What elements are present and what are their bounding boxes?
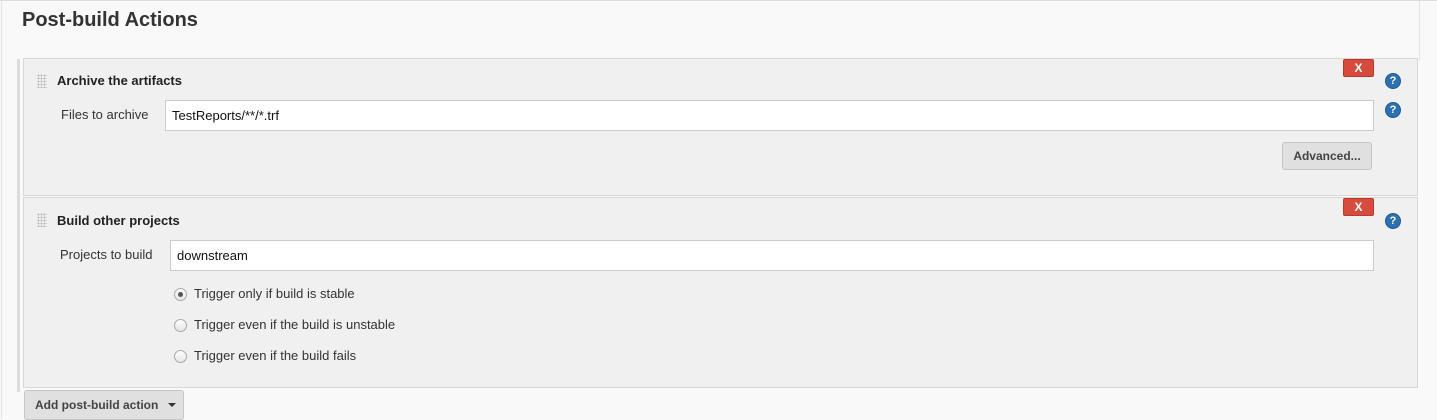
radio-trigger-fails[interactable]: Trigger even if the build fails (174, 348, 356, 363)
drag-handle-icon[interactable] (37, 213, 47, 227)
files-to-archive-input[interactable] (165, 100, 1374, 131)
radio-button[interactable] (174, 319, 187, 332)
radio-label: Trigger even if the build is unstable (194, 317, 396, 332)
archive-title: Archive the artifacts (57, 73, 182, 88)
delete-archive-button[interactable]: X (1343, 59, 1374, 77)
archive-artifacts-card: Archive the artifacts X ? Files to archi… (23, 58, 1418, 196)
help-icon[interactable]: ? (1385, 73, 1401, 89)
help-icon[interactable]: ? (1385, 213, 1401, 229)
caret-down-icon (168, 403, 177, 407)
delete-build-button[interactable]: X (1343, 198, 1374, 216)
section-title: Post-build Actions (22, 9, 198, 31)
section-border (1, 1, 2, 419)
radio-label: Trigger only if build is stable (194, 286, 355, 301)
drag-handle-icon[interactable] (37, 74, 47, 88)
build-other-projects-card: Build other projects X ? Projects to bui… (23, 197, 1418, 388)
projects-to-build-label: Projects to build (60, 247, 153, 262)
files-to-archive-label: Files to archive (61, 107, 149, 122)
radio-button[interactable] (174, 288, 187, 301)
advanced-button[interactable]: Advanced... (1282, 142, 1372, 170)
radio-button[interactable] (174, 350, 187, 363)
radio-label: Trigger even if the build fails (194, 348, 357, 363)
radio-trigger-unstable[interactable]: Trigger even if the build is unstable (174, 317, 395, 332)
radio-trigger-stable[interactable]: Trigger only if build is stable (174, 286, 355, 301)
add-post-build-action-label: Add post-build action (35, 398, 159, 412)
add-post-build-action-button[interactable]: Add post-build action (24, 390, 184, 420)
projects-to-build-input[interactable] (170, 240, 1374, 271)
post-build-section: Post-build Actions Archive the artifacts… (0, 0, 1437, 420)
section-border-right (1419, 1, 1420, 61)
drag-rail (17, 59, 20, 392)
build-title: Build other projects (57, 213, 180, 228)
help-icon[interactable]: ? (1385, 102, 1401, 118)
